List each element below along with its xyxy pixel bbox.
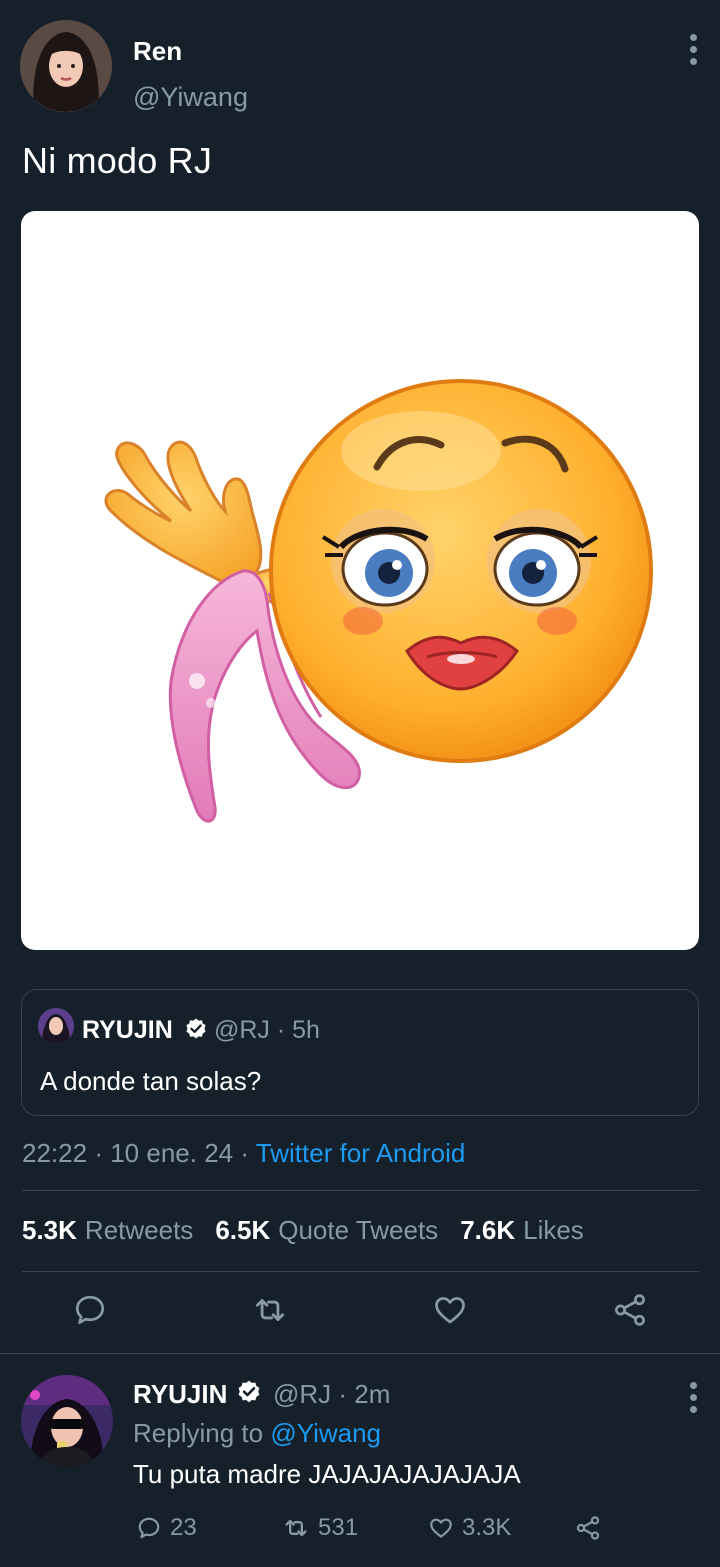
quoted-tweet[interactable]: RYUJIN @RJ · 5h A donde tan solas? — [21, 989, 699, 1116]
tweet-image[interactable] — [21, 211, 699, 950]
tweet-text: Ni modo RJ — [22, 140, 213, 181]
like-count: 3.3K — [462, 1514, 512, 1541]
retweets-stat[interactable]: 5.3K Retweets — [22, 1215, 193, 1246]
reply-author-name[interactable]: RYUJIN — [133, 1379, 227, 1410]
like-icon — [430, 1518, 452, 1538]
more-options-icon[interactable] — [676, 1378, 710, 1418]
reply-icon — [138, 1517, 160, 1539]
verified-badge-icon — [236, 1379, 260, 1403]
more-options-icon[interactable] — [676, 30, 710, 70]
reply-author-avatar[interactable] — [21, 1375, 113, 1467]
reply-text: Tu puta madre JAJAJAJAJAJAJA — [133, 1459, 521, 1489]
quoted-author-avatar — [38, 1008, 74, 1044]
replying-to: Replying to @Yiwang — [133, 1418, 382, 1448]
likes-stat[interactable]: 7.6K Likes — [460, 1215, 584, 1246]
reply-count: 23 — [170, 1514, 197, 1541]
retweet-icon[interactable] — [250, 1290, 290, 1330]
retweet-icon — [285, 1519, 307, 1537]
tweet-time: 22:22 — [22, 1138, 88, 1168]
tweet-timestamp: 22:22 · 10 ene. 24 · Twitter for Android — [22, 1138, 466, 1168]
author-handle[interactable]: @Yiwang — [133, 82, 248, 113]
quoted-author-name: RYUJIN — [82, 1016, 173, 1044]
share-icon — [576, 1516, 600, 1540]
flirty-emoji-icon — [104, 379, 653, 823]
reply-like-button[interactable]: 3.3K — [428, 1511, 511, 1545]
tweet-date: 10 ene. 24 — [110, 1138, 234, 1168]
divider — [22, 1190, 699, 1191]
quoted-tweet-text: A donde tan solas? — [40, 1066, 262, 1096]
mention-link[interactable]: @Yiwang — [270, 1418, 381, 1448]
reply-reply-button[interactable]: 23 — [136, 1511, 197, 1545]
reply-handle-time: @RJ · 2m — [273, 1379, 391, 1409]
retweet-count: 531 — [318, 1514, 359, 1541]
author-name[interactable]: Ren — [133, 36, 182, 67]
verified-badge-icon — [184, 1017, 208, 1041]
reply-retweet-button[interactable]: 531 — [282, 1511, 358, 1545]
like-icon[interactable] — [430, 1290, 470, 1330]
reply-icon[interactable] — [70, 1290, 110, 1330]
quote-tweets-stat[interactable]: 6.5K Quote Tweets — [215, 1215, 438, 1246]
reply-share-button[interactable] — [574, 1511, 602, 1545]
tweet-source-link[interactable]: Twitter for Android — [256, 1138, 466, 1168]
quoted-handle-time: @RJ · 5h — [214, 1016, 320, 1044]
author-avatar[interactable] — [20, 20, 112, 112]
share-icon[interactable] — [610, 1290, 650, 1330]
tweet-stats: 5.3K Retweets 6.5K Quote Tweets 7.6K Likes — [22, 1215, 584, 1246]
divider — [0, 1353, 720, 1354]
divider — [22, 1271, 699, 1272]
